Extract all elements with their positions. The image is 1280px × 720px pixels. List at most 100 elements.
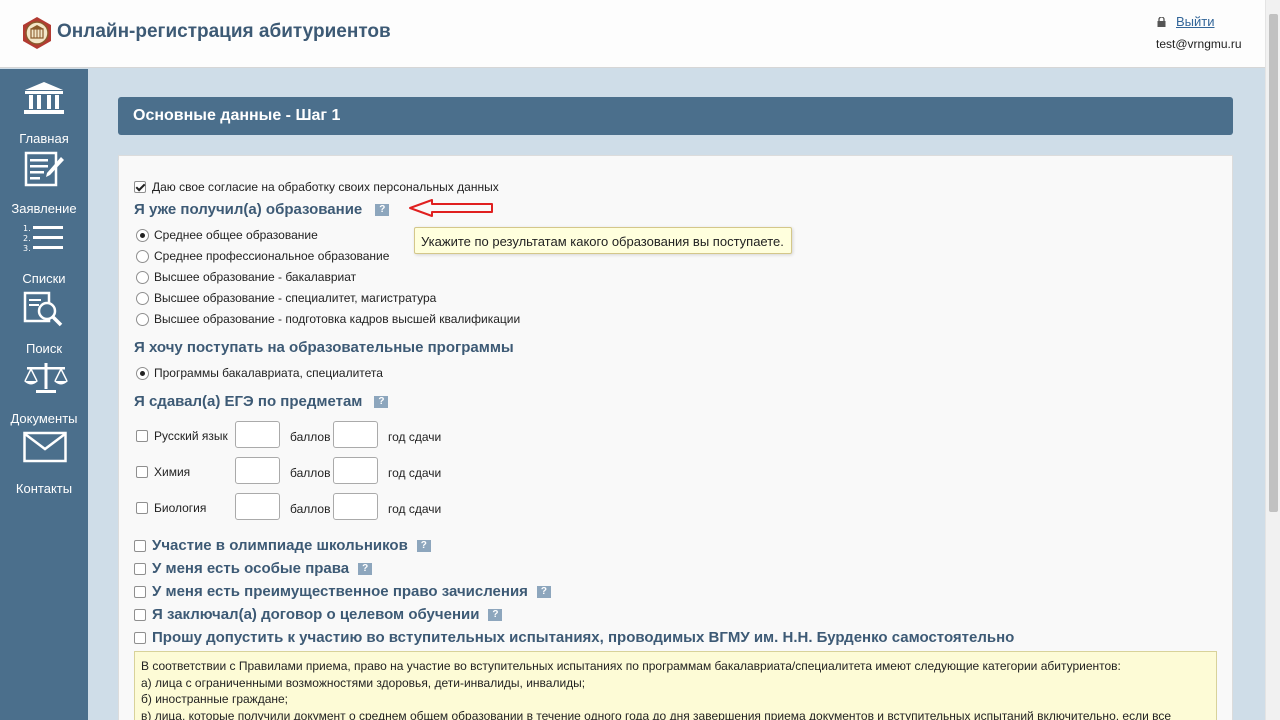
year-label: год сдачи <box>388 466 442 480</box>
education-option[interactable]: Высшее образование - бакалавриат <box>136 270 356 284</box>
exam-subject-checkbox[interactable] <box>136 466 148 478</box>
logout-link[interactable]: Выйти <box>1176 14 1215 29</box>
olympiad-row[interactable]: Участие в олимпиаде школьников ? <box>134 537 431 554</box>
exam-score-input[interactable] <box>235 421 280 448</box>
education-heading-row: Я уже получил(а) образование ? <box>134 201 390 218</box>
programs-heading: Я хочу поступать на образовательные прог… <box>134 339 514 356</box>
exam-subject-label: Русский язык <box>154 429 228 443</box>
education-heading: Я уже получил(а) образование <box>134 201 363 218</box>
education-option[interactable]: Высшее образование - специалитет, магист… <box>136 291 436 305</box>
exam-year-input[interactable] <box>333 493 378 520</box>
target-contract-help-icon[interactable]: ? <box>488 608 503 621</box>
sidebar-item-documents[interactable]: Документы <box>0 361 88 431</box>
education-option-label: Высшее образование - подготовка кадров в… <box>154 312 521 326</box>
sidebar-item-home[interactable]: Главная <box>0 81 88 151</box>
exam-score-input[interactable] <box>235 493 280 520</box>
sidebar-item-label: Поиск <box>25 341 63 356</box>
exam-subject-row[interactable]: Химия <box>136 465 190 479</box>
priority-right-help-icon[interactable]: ? <box>536 585 551 598</box>
year-label: год сдачи <box>388 430 442 444</box>
special-rights-label: У меня есть особые права <box>152 560 350 577</box>
education-radio[interactable] <box>136 249 149 263</box>
exam-subject-checkbox[interactable] <box>136 430 148 442</box>
sidebar-item-label: Контакты <box>15 481 73 496</box>
priority-right-checkbox[interactable] <box>134 585 146 598</box>
svg-text:1.: 1. <box>23 224 31 233</box>
target-contract-checkbox[interactable] <box>134 608 146 621</box>
document-edit-icon <box>24 151 64 187</box>
score-label: баллов <box>290 430 331 444</box>
sidebar-item-label: Заявление <box>11 201 77 216</box>
svg-text:2.: 2. <box>23 234 31 243</box>
priority-right-row[interactable]: У меня есть преимущественное право зачис… <box>134 583 551 600</box>
target-contract-row[interactable]: Я заключал(а) договор о целевом обучении… <box>134 606 503 623</box>
university-logo-icon <box>23 17 51 49</box>
programs-radio[interactable] <box>136 366 149 380</box>
education-radio[interactable] <box>136 228 149 242</box>
score-label: баллов <box>290 502 331 516</box>
sidebar: Главная Заявление 1. 2. 3. Списки Поиск … <box>0 69 88 720</box>
year-label: год сдачи <box>388 502 442 516</box>
sidebar-item-contacts[interactable]: Контакты <box>0 431 88 501</box>
education-option-label: Высшее образование - специалитет, магист… <box>154 291 437 305</box>
info-line: а) лица с ограниченными возможностями зд… <box>141 675 586 690</box>
education-option[interactable]: Среднее общее образование <box>136 228 318 242</box>
own-exams-row[interactable]: Прошу допустить к участию во вступительн… <box>134 629 1014 646</box>
programs-option[interactable]: Программы бакалавриата, специалитета <box>136 366 383 380</box>
sidebar-item-application[interactable]: Заявление <box>0 151 88 221</box>
envelope-icon <box>23 431 67 463</box>
svg-text:3.: 3. <box>23 244 31 253</box>
logout: Выйти <box>1157 14 1215 29</box>
olympiad-help-icon[interactable]: ? <box>416 539 431 552</box>
app-header: Онлайн-регистрация абитуриентов Выйти te… <box>0 0 1265 68</box>
info-line: В соответствии с Правилами приема, право… <box>141 659 1121 673</box>
own-exams-label: Прошу допустить к участию во вступительн… <box>152 629 1015 646</box>
target-contract-label: Я заключал(а) договор о целевом обучении <box>152 606 480 623</box>
section-title: Основные данные - Шаг 1 <box>133 107 341 124</box>
bank-icon <box>24 82 64 114</box>
exam-help-icon[interactable]: ? <box>374 395 389 408</box>
exam-subject-label: Биология <box>154 501 207 515</box>
document-search-icon <box>23 291 63 327</box>
exam-year-input[interactable] <box>333 421 378 448</box>
priority-right-label: У меня есть преимущественное право зачис… <box>152 583 528 600</box>
sidebar-item-label: Списки <box>22 271 66 286</box>
exam-subject-row[interactable]: Русский язык <box>136 429 228 443</box>
consent-row[interactable]: Даю свое согласие на обработку своих пер… <box>134 180 499 194</box>
exam-score-input[interactable] <box>235 457 280 484</box>
exam-heading: Я сдавал(а) ЕГЭ по предметам <box>134 393 363 410</box>
olympiad-checkbox[interactable] <box>134 539 146 552</box>
special-rights-checkbox[interactable] <box>134 562 146 575</box>
consent-checkbox[interactable] <box>134 181 146 193</box>
scrollbar-thumb[interactable] <box>1269 14 1278 512</box>
exam-subject-row[interactable]: Биология <box>136 501 206 515</box>
education-help-icon[interactable]: ? <box>375 203 390 216</box>
consent-label: Даю свое согласие на обработку своих пер… <box>152 180 499 194</box>
user-email: test@vrngmu.ru <box>1156 37 1242 51</box>
info-line: в) лица, которые получили документ о сре… <box>141 708 1172 720</box>
education-radio[interactable] <box>136 270 149 284</box>
lock-icon <box>1157 16 1166 27</box>
education-radio[interactable] <box>136 312 149 326</box>
education-radio[interactable] <box>136 291 149 305</box>
exam-subject-label: Химия <box>154 465 191 479</box>
exam-eligibility-info: В соответствии с Правилами приема, право… <box>134 651 1217 720</box>
scales-icon <box>24 363 68 393</box>
special-rights-help-icon[interactable]: ? <box>358 562 373 575</box>
exam-subject-checkbox[interactable] <box>136 502 148 514</box>
special-rights-row[interactable]: У меня есть особые права ? <box>134 560 373 577</box>
numbered-list-icon: 1. 2. 3. <box>23 224 63 253</box>
exam-year-input[interactable] <box>333 457 378 484</box>
app-title: Онлайн-регистрация абитуриентов <box>57 21 391 42</box>
own-exams-checkbox[interactable] <box>134 631 146 644</box>
education-option-label: Среднее общее образование <box>154 228 318 242</box>
programs-heading-row: Я хочу поступать на образовательные прог… <box>134 339 514 356</box>
sidebar-item-search[interactable]: Поиск <box>0 291 88 361</box>
education-tooltip: Укажите по результатам какого образовани… <box>414 227 792 254</box>
education-option-label: Среднее профессиональное образование <box>154 249 390 263</box>
education-option[interactable]: Среднее профессиональное образование <box>136 249 389 263</box>
olympiad-label: Участие в олимпиаде школьников <box>152 537 408 554</box>
page-scrollbar[interactable] <box>1265 0 1280 720</box>
education-option[interactable]: Высшее образование - подготовка кадров в… <box>136 312 520 326</box>
sidebar-item-lists[interactable]: 1. 2. 3. Списки <box>0 221 88 291</box>
